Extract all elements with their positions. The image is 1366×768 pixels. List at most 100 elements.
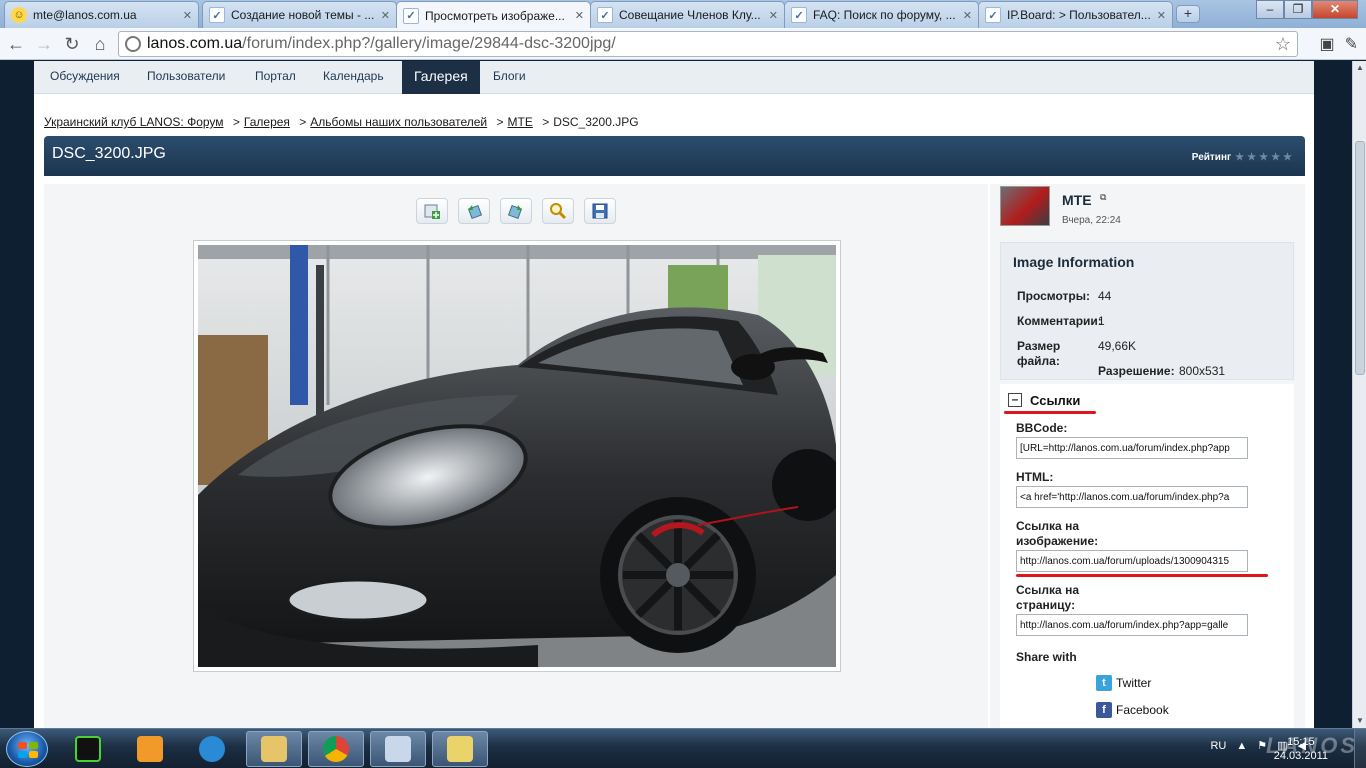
external-link-icon[interactable]: ⧉ xyxy=(1100,192,1106,203)
internet-explorer-icon xyxy=(199,736,225,762)
close-tab-icon[interactable]: ✕ xyxy=(1157,9,1166,22)
rotate-right-button[interactable] xyxy=(500,198,532,224)
close-window-button[interactable]: ✕ xyxy=(1312,0,1358,19)
clock-date: 24.03.2011 xyxy=(1273,750,1328,762)
close-tab-icon[interactable]: ✕ xyxy=(963,9,972,22)
tab-mail[interactable]: ☺ mte@lanos.com.ua ✕ xyxy=(4,1,199,28)
avatar[interactable] xyxy=(1000,186,1050,226)
breadcrumb-gallery[interactable]: Галерея xyxy=(244,115,290,129)
annotation-underline xyxy=(1016,574,1268,577)
reload-button[interactable]: ↻ xyxy=(60,32,84,56)
scroll-thumb[interactable] xyxy=(1355,141,1365,375)
page-content: Обсуждения Пользователи Портал Календарь… xyxy=(34,61,1314,728)
close-tab-icon[interactable]: ✕ xyxy=(183,9,192,22)
tab-new-topic[interactable]: ✓ Создание новой темы - ... ✕ xyxy=(202,1,397,28)
save-button[interactable] xyxy=(584,198,616,224)
new-tab-button[interactable]: + xyxy=(1176,5,1200,23)
page-link-label-1: Ссылка на xyxy=(1016,583,1079,597)
scroll-down-icon[interactable]: ▼ xyxy=(1353,714,1366,728)
taskbar-app-explorer[interactable] xyxy=(246,731,302,767)
scroll-up-icon[interactable]: ▲ xyxy=(1353,61,1366,75)
views-value: 44 xyxy=(1098,289,1112,303)
breadcrumb-separator: > xyxy=(496,115,504,129)
nav-members[interactable]: Пользователи xyxy=(135,61,237,94)
image-link-label-1: Ссылка на xyxy=(1016,519,1079,533)
resolution-label: Разрешение: xyxy=(1098,364,1175,378)
collapse-toggle[interactable]: – xyxy=(1008,393,1022,407)
ipb-icon: ✓ xyxy=(985,7,1001,23)
tab-title: Совещание Членов Клу... xyxy=(619,8,761,22)
nav-gallery[interactable]: Галерея xyxy=(402,61,480,94)
image-panel xyxy=(44,184,988,728)
size-label: Размер xyxy=(1017,339,1061,353)
taskbar: RU ▲ ⚑ ▥ ◀ LANOS 15:15 24.03.2011 xyxy=(0,728,1366,768)
html-field[interactable] xyxy=(1016,486,1248,508)
forward-button[interactable]: → xyxy=(32,32,56,56)
breadcrumb-albums[interactable]: Альбомы наших пользователей xyxy=(310,115,487,129)
start-button[interactable] xyxy=(6,731,48,767)
back-button[interactable]: ← xyxy=(4,32,28,56)
taskbar-app-paint[interactable] xyxy=(370,731,426,767)
address-path: /forum/index.php?/gallery/image/29844-ds… xyxy=(242,35,616,52)
breadcrumb-current: DSC_3200.JPG xyxy=(553,115,639,129)
taskbar-app-chrome[interactable] xyxy=(308,731,364,767)
tab-ipboard[interactable]: ✓ IP.Board: > Пользовател... ✕ xyxy=(978,1,1173,28)
clock[interactable]: 15:15 24.03.2011 xyxy=(1274,735,1328,763)
taskbar-app-ie[interactable] xyxy=(184,731,240,767)
wrench-icon[interactable]: ✎ xyxy=(1345,34,1358,54)
bbcode-field[interactable] xyxy=(1016,437,1248,459)
facebook-icon: f xyxy=(1096,702,1112,718)
tab-meeting[interactable]: ✓ Совещание Членов Клу... ✕ xyxy=(590,1,785,28)
close-tab-icon[interactable]: ✕ xyxy=(381,9,390,22)
nav-discussions[interactable]: Обсуждения xyxy=(38,61,132,94)
page-link-label-2: страницу: xyxy=(1016,598,1076,612)
image-sidebar: MTE ⧉ Вчера, 22:24 Image Information Про… xyxy=(990,184,1305,728)
tab-strip: ☺ mte@lanos.com.ua ✕ ✓ Создание новой те… xyxy=(0,0,1366,29)
home-button[interactable]: ⌂ xyxy=(88,32,112,56)
rating-stars-icon[interactable]: ★★★★★ xyxy=(1235,152,1295,163)
rating-label: Рейтинг xyxy=(1191,152,1232,163)
tab-faq[interactable]: ✓ FAQ: Поиск по форуму, ... ✕ xyxy=(784,1,979,28)
resolution-value: 800x531 xyxy=(1179,364,1226,378)
breadcrumb-user[interactable]: MTE xyxy=(508,115,533,129)
comments-value: 1 xyxy=(1098,314,1105,328)
page-link-field[interactable] xyxy=(1016,614,1248,636)
ipb-icon: ✓ xyxy=(403,7,419,24)
bookmark-star-icon[interactable]: ☆ xyxy=(1275,34,1291,55)
taskbar-app-tasks[interactable] xyxy=(432,731,488,767)
gallery-image[interactable] xyxy=(193,240,844,672)
add-to-album-button[interactable] xyxy=(416,198,448,224)
close-tab-icon[interactable]: ✕ xyxy=(575,9,584,22)
taskbar-app-razer[interactable] xyxy=(60,731,116,767)
taskbar-app-media[interactable] xyxy=(122,731,178,767)
task-icon xyxy=(447,736,473,762)
author-name[interactable]: MTE xyxy=(1062,192,1092,208)
minimize-button[interactable]: – xyxy=(1256,0,1284,19)
nav-portal[interactable]: Портал xyxy=(243,61,308,94)
tray-arrow-icon[interactable]: ▲ xyxy=(1236,740,1247,752)
maximize-button[interactable]: ❐ xyxy=(1284,0,1312,19)
page-scrollbar[interactable]: ▲ ▼ xyxy=(1352,61,1366,728)
chrome-icon xyxy=(323,736,349,762)
info-heading: Image Information xyxy=(1013,254,1135,270)
car-photo xyxy=(198,245,844,667)
show-desktop-button[interactable] xyxy=(1354,729,1366,768)
tab-view-image[interactable]: ✓ Просмотреть изображе... ✕ xyxy=(396,1,591,29)
share-twitter[interactable]: t Twitter xyxy=(1096,675,1151,691)
camera-icon[interactable]: ▣ xyxy=(1319,34,1334,54)
rotate-left-button[interactable] xyxy=(458,198,490,224)
image-link-label-2: изображение: xyxy=(1016,534,1099,548)
address-bar[interactable]: lanos.com.ua /forum/index.php?/gallery/i… xyxy=(118,31,1298,57)
nav-blogs[interactable]: Блоги xyxy=(481,61,538,94)
image-tools xyxy=(416,198,616,224)
language-indicator[interactable]: RU xyxy=(1210,740,1226,752)
share-facebook[interactable]: f Facebook xyxy=(1096,702,1169,718)
tab-title: Создание новой темы - ... xyxy=(231,8,375,22)
html-label: HTML: xyxy=(1016,470,1054,484)
tab-title: Просмотреть изображе... xyxy=(425,8,565,23)
breadcrumb-forum[interactable]: Украинский клуб LANOS: Форум xyxy=(44,115,224,129)
nav-calendar[interactable]: Календарь xyxy=(311,61,396,94)
close-tab-icon[interactable]: ✕ xyxy=(769,9,778,22)
image-link-field[interactable] xyxy=(1016,550,1248,572)
zoom-button[interactable] xyxy=(542,198,574,224)
